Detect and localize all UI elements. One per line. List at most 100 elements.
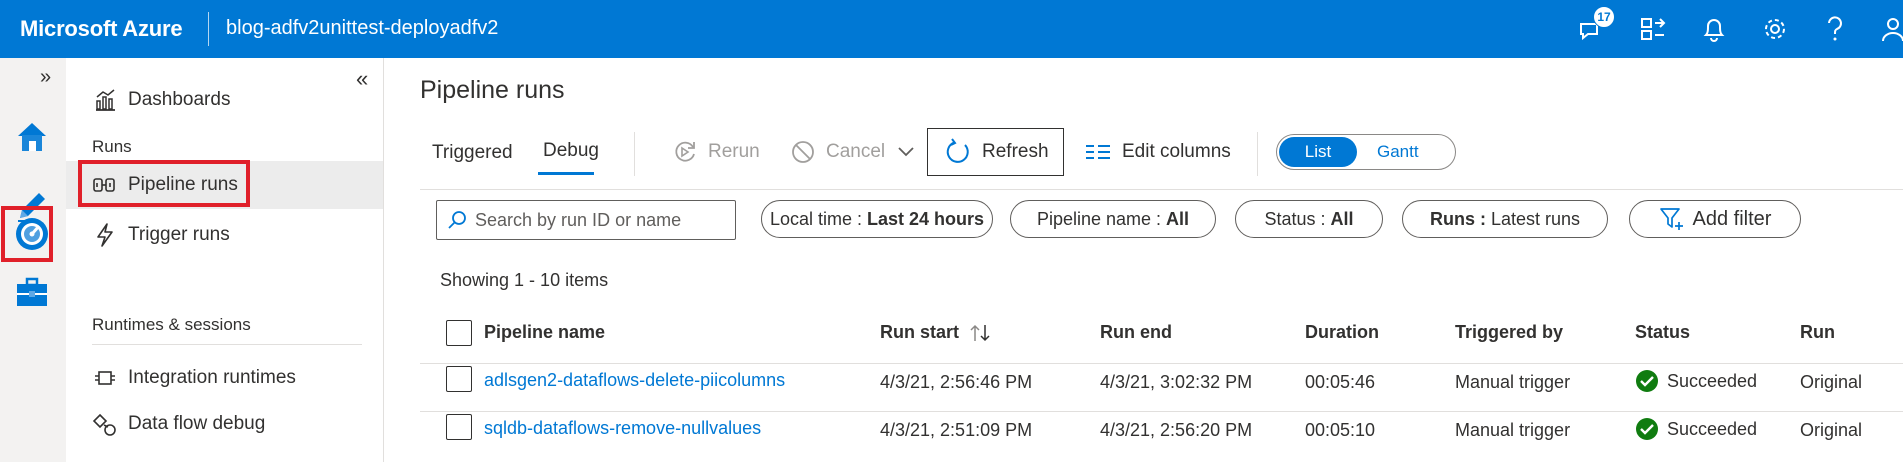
page-title: Pipeline runs: [420, 76, 565, 104]
row-checkbox[interactable]: [446, 414, 472, 440]
nav-item-label: Trigger runs: [128, 224, 230, 245]
nav-item-data-flow-debug[interactable]: Data flow debug: [66, 400, 383, 448]
brand-divider: [208, 12, 209, 46]
integration-runtime-icon: [92, 365, 118, 391]
notification-count-badge: 17: [1593, 6, 1615, 28]
nav-item-label: Data flow debug: [128, 413, 266, 434]
cancel-icon: [790, 139, 816, 165]
rerun-icon: [672, 139, 698, 165]
data-flow-debug-icon: [92, 411, 118, 437]
rail-expand-button[interactable]: »: [40, 66, 51, 89]
feedback-icon[interactable]: 17: [1574, 6, 1615, 46]
items-count: Showing 1 - 10 items: [440, 270, 609, 290]
duration-cell: 00:05:10: [1305, 420, 1376, 440]
nav-item-label: Dashboards: [128, 89, 231, 110]
status-cell: Succeeded: [1635, 369, 1757, 393]
local-time-label: Local time :: [769, 208, 862, 229]
top-bar: Microsoft Azure blog-adfv2unittest-deplo…: [0, 0, 1903, 58]
run-end-cell: 4/3/21, 2:56:20 PM: [1100, 420, 1253, 440]
refresh-label: Refresh: [982, 141, 1049, 162]
search-icon: [447, 210, 467, 230]
header-rule: [420, 363, 1903, 364]
add-filter-funnel-icon: [1659, 206, 1685, 232]
gantt-view-option[interactable]: Gantt: [1377, 142, 1419, 162]
gear-icon[interactable]: [1758, 12, 1792, 46]
view-toggle: List Gantt: [1276, 134, 1456, 170]
tab-triggered[interactable]: Triggered: [432, 142, 513, 164]
pipeline-runs-highlight-box: [78, 160, 250, 207]
edit-columns-icon: [1084, 142, 1112, 162]
local-time-value: Last 24 hours: [867, 208, 985, 229]
status-filter[interactable]: Status : All: [1235, 200, 1383, 238]
cancel-label: Cancel: [826, 141, 886, 162]
status-label: Status :: [1264, 208, 1326, 229]
brand-title[interactable]: Microsoft Azure: [20, 16, 183, 42]
edit-columns-label: Edit columns: [1122, 141, 1231, 162]
column-header-triggered-by[interactable]: Triggered by: [1455, 322, 1563, 343]
column-header-label: Run start: [880, 322, 960, 342]
pipeline-name-filter[interactable]: Pipeline name : All: [1010, 200, 1216, 238]
run-cell: Original: [1800, 420, 1863, 440]
rerun-button[interactable]: Rerun: [672, 128, 760, 176]
active-tab-indicator: [538, 172, 594, 175]
bell-icon[interactable]: [1697, 12, 1731, 46]
pipeline-name-label: Pipeline name :: [1036, 208, 1162, 229]
column-header-pipeline-name[interactable]: Pipeline name: [484, 322, 605, 343]
runs-label: Runs :: [1429, 208, 1486, 229]
runs-value: Latest runs: [1490, 208, 1581, 229]
column-header-run-end[interactable]: Run end: [1100, 322, 1172, 343]
status-cell: Succeeded: [1635, 417, 1757, 441]
nav-item-trigger-runs[interactable]: Trigger runs: [66, 211, 383, 259]
directory-switch-icon[interactable]: [1636, 12, 1670, 46]
nav-item-label: Integration runtimes: [128, 367, 296, 388]
local-time-filter[interactable]: Local time : Last 24 hours: [761, 200, 993, 238]
run-cell: Original: [1800, 372, 1863, 392]
sort-icon[interactable]: [969, 323, 991, 343]
pipeline-name-value: All: [1166, 208, 1190, 229]
search-input[interactable]: Search by run ID or name: [436, 200, 736, 240]
add-filter-button[interactable]: Add filter: [1629, 200, 1801, 238]
section-runtimes-sessions: Runtimes & sessions: [92, 315, 251, 334]
column-header-status[interactable]: Status: [1635, 322, 1690, 343]
section-runs: Runs: [92, 137, 132, 156]
activity-rail: »: [0, 58, 66, 462]
pipeline-name-link[interactable]: sqldb-dataflows-remove-nullvalues: [484, 418, 761, 439]
rerun-label: Rerun: [708, 141, 760, 162]
run-start-cell: 4/3/21, 2:56:46 PM: [880, 372, 1033, 392]
nav-item-dashboards[interactable]: Dashboards: [66, 76, 383, 124]
monitor-nav-panel: « Dashboards Runs Pipeline runs Trigger …: [66, 58, 384, 462]
cancel-button[interactable]: Cancel: [790, 128, 915, 176]
select-all-checkbox[interactable]: [446, 320, 472, 346]
runs-filter[interactable]: Runs : Latest runs: [1402, 200, 1608, 238]
main-content: Pipeline runs Triggered Debug Rerun Canc…: [384, 58, 1903, 462]
status-text: Succeeded: [1667, 418, 1758, 439]
chevron-down-icon[interactable]: [897, 146, 915, 158]
add-filter-label: Add filter: [1692, 207, 1772, 230]
column-header-duration[interactable]: Duration: [1305, 322, 1379, 343]
column-header-run-start[interactable]: Run start: [880, 322, 991, 343]
success-check-icon: [1635, 417, 1659, 441]
user-icon[interactable]: [1876, 12, 1903, 46]
pipeline-name-link[interactable]: adlsgen2-dataflows-delete-piicolumns: [484, 370, 785, 391]
manage-toolbox-icon[interactable]: [10, 270, 54, 314]
row-rule: [420, 411, 1903, 412]
triggered-by-cell: Manual trigger: [1455, 372, 1571, 392]
search-placeholder: Search by run ID or name: [475, 209, 682, 230]
refresh-button[interactable]: Refresh: [927, 128, 1064, 176]
status-text: Succeeded: [1667, 370, 1758, 391]
monitor-gauge-icon[interactable]: [10, 212, 54, 256]
dashboard-chart-icon: [92, 87, 118, 113]
home-icon[interactable]: [10, 114, 54, 158]
section-divider: [92, 344, 362, 345]
edit-columns-button[interactable]: Edit columns: [1084, 128, 1231, 176]
column-header-run[interactable]: Run: [1800, 322, 1835, 343]
help-icon[interactable]: [1818, 12, 1852, 46]
list-view-option[interactable]: List: [1279, 137, 1357, 167]
success-check-icon: [1635, 369, 1659, 393]
tab-debug[interactable]: Debug: [543, 140, 599, 162]
nav-item-integration-runtimes[interactable]: Integration runtimes: [66, 354, 383, 402]
toolbar-divider: [1257, 132, 1258, 176]
run-start-cell: 4/3/21, 2:51:09 PM: [880, 420, 1033, 440]
row-checkbox[interactable]: [446, 366, 472, 392]
factory-name[interactable]: blog-adfv2unittest-deployadfv2: [226, 17, 498, 40]
